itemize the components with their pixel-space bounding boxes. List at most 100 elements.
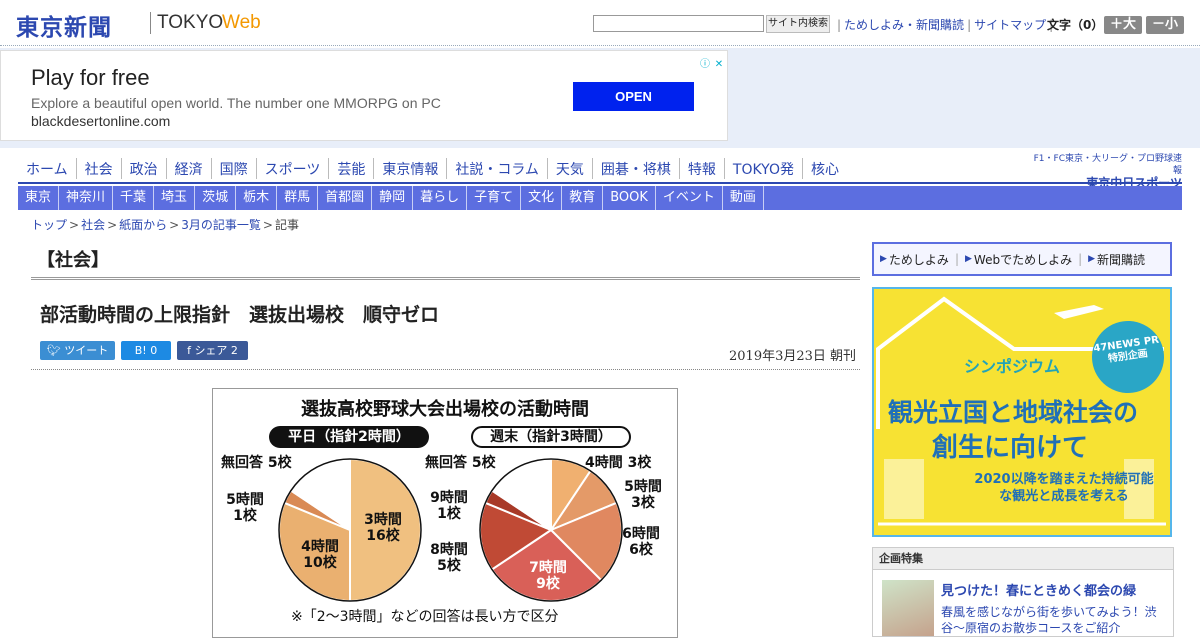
nav-item-politics[interactable]: 政治	[122, 158, 167, 179]
region-item-parenting[interactable]: 子育て	[467, 186, 522, 210]
special-feature-title[interactable]: 見つけた！春にときめく都会の緑	[941, 580, 1136, 599]
region-item-shutoken[interactable]: 首都圏	[318, 186, 373, 210]
region-item-culture[interactable]: 文化	[521, 186, 563, 210]
slice-label: 8時間	[430, 542, 468, 558]
slice-count: 5校	[471, 455, 496, 471]
advertisement[interactable]: Play for free Explore a beautiful open w…	[0, 50, 728, 141]
tweet-label: ツイート	[64, 344, 109, 357]
breadcrumb: トップ > 社会 > 紙面から >3月の記事一覧 > 記事	[31, 216, 299, 233]
separator: |	[967, 18, 972, 32]
nav-item-international[interactable]: 国際	[212, 158, 257, 179]
font-larger-button[interactable]: ＋大	[1104, 16, 1142, 34]
region-nav: 東京 神奈川 千葉 埼玉 茨城 栃木 群馬 首都圏 静岡 暮らし 子育て 文化 …	[18, 186, 1182, 210]
region-item-ibaraki[interactable]: 茨城	[195, 186, 237, 210]
nav-item-economy[interactable]: 経済	[167, 158, 212, 179]
logo-tokyo-text[interactable]: TOKYO	[157, 12, 223, 34]
chart-note: ※「2～3時間」などの回答は長い方で区分	[291, 609, 559, 625]
slice-label: 無回答	[425, 455, 467, 471]
region-item-tokyo[interactable]: 東京	[18, 186, 60, 210]
tab-web-trial[interactable]: Webでためしよみ	[974, 251, 1072, 268]
weekday-label-5h: 5時間 1校	[221, 492, 269, 524]
region-item-living[interactable]: 暮らし	[413, 186, 468, 210]
special-feature-box: 企画特集 見つけた！春にときめく都会の緑 春風を感じながら街を歩いてみよう！渋谷…	[872, 547, 1174, 637]
breadcrumb-separator: >	[169, 218, 180, 232]
logo-web-text[interactable]: Web	[222, 12, 261, 34]
weekend-label-8h: 8時間 5校	[423, 542, 475, 574]
facebook-share-button[interactable]: f シェア 2	[177, 341, 248, 360]
region-item-shizuoka[interactable]: 静岡	[372, 186, 414, 210]
region-item-saitama[interactable]: 埼玉	[154, 186, 196, 210]
region-item-tochigi[interactable]: 栃木	[236, 186, 278, 210]
breadcrumb-print[interactable]: 紙面から	[119, 218, 167, 232]
slice-label: 4時間	[301, 539, 339, 555]
slice-count: 6校	[629, 542, 653, 558]
font-smaller-button[interactable]: －小	[1146, 16, 1184, 34]
special-feature-thumbnail[interactable]	[882, 580, 934, 636]
slice-label: 3時間	[364, 512, 402, 528]
weekend-label-4h: 4時間 3校	[585, 455, 651, 471]
breadcrumb-top[interactable]: トップ	[31, 218, 67, 232]
chunichi-sports-link[interactable]: F1・FC東京・大リーグ・プロ野球速報 東京中日スポーツ	[1027, 153, 1182, 189]
triangle-right-icon: ▶	[1088, 254, 1096, 264]
weekend-label-9h: 9時間 1校	[423, 490, 475, 522]
breadcrumb-separator: >	[262, 218, 273, 232]
tab-trial-read[interactable]: ためしよみ	[889, 251, 949, 268]
region-item-event[interactable]: イベント	[656, 186, 723, 210]
region-item-education[interactable]: 教育	[562, 186, 604, 210]
tweet-button[interactable]: 🐦︎ ツイート	[40, 341, 115, 360]
slice-label: 5時間	[226, 492, 264, 508]
slice-count: 1校	[233, 508, 257, 524]
region-item-gunma[interactable]: 群馬	[277, 186, 319, 210]
banner-headline-2: 創生に向けて	[932, 433, 1089, 463]
slice-count: 3校	[627, 455, 652, 471]
hatena-bookmark-button[interactable]: B! 0	[121, 341, 171, 360]
breadcrumb-society[interactable]: 社会	[81, 218, 105, 232]
nav-item-sports[interactable]: スポーツ	[257, 158, 330, 179]
weekend-label-5h: 5時間 3校	[618, 479, 668, 511]
site-logo[interactable]: 東京新聞	[16, 8, 112, 42]
breadcrumb-month-list[interactable]: 3月の記事一覧	[181, 218, 261, 232]
logo-divider	[150, 12, 151, 34]
breadcrumb-separator: >	[69, 218, 80, 232]
ad-title[interactable]: Play for free	[31, 65, 150, 91]
region-item-book[interactable]: BOOK	[603, 186, 656, 210]
trial-subscribe-link[interactable]: ためしよみ・新聞購読	[844, 18, 964, 32]
ad-controls: ⓘ ✕	[698, 52, 728, 70]
nav-item-entertainment[interactable]: 芸能	[329, 158, 375, 179]
nav-item-weather[interactable]: 天気	[548, 158, 593, 179]
slice-label: 4時間	[585, 455, 623, 471]
site-search-input[interactable]	[593, 15, 764, 32]
nav-item-editorial[interactable]: 社説・コラム	[447, 158, 548, 179]
banner-description: 2020以降を踏まえた持続可能な観光と成長を考える	[974, 472, 1154, 504]
region-item-chiba[interactable]: 千葉	[113, 186, 155, 210]
slice-label: 6時間	[622, 526, 660, 542]
separator: |	[837, 18, 842, 32]
breadcrumb-current: 記事	[274, 218, 299, 232]
tab-subscribe[interactable]: 新聞購読	[1097, 251, 1145, 268]
ad-url[interactable]: blackdesertonline.com	[31, 113, 170, 129]
symposium-banner[interactable]: 47NEWS PR 特別企画 シンポジウム 観光立国と地域社会の 創生に向けて …	[872, 287, 1172, 537]
special-feature-description[interactable]: 春風を感じながら街を歩いてみよう！渋谷～原宿のお散歩コースをご紹介	[941, 604, 1166, 636]
subscription-tabs: ▶ ためしよみ | ▶ Webでためしよみ | ▶ 新聞購読	[872, 242, 1172, 276]
article-date: 2019年3月23日 朝刊	[729, 349, 857, 364]
sitemap-link[interactable]: サイトマップ	[974, 18, 1046, 32]
nav-item-kakushin[interactable]: 核心	[803, 158, 847, 179]
region-item-video[interactable]: 動画	[723, 186, 764, 210]
weekday-label-4h: 4時間 10校	[295, 539, 345, 571]
nav-item-home[interactable]: ホーム	[18, 158, 77, 179]
nav-item-go-shogi[interactable]: 囲碁・将棋	[593, 158, 680, 179]
main-nav: ホーム 社会 政治 経済 国際 スポーツ 芸能 東京情報 社説・コラム 天気 囲…	[18, 158, 1182, 184]
region-item-kanagawa[interactable]: 神奈川	[59, 186, 114, 210]
ad-open-button[interactable]: OPEN	[573, 82, 694, 111]
banner-headline-1: 観光立国と地域社会の	[888, 398, 1139, 427]
nav-item-tokyo-hatsu[interactable]: TOKYO発	[725, 158, 803, 179]
ad-description[interactable]: Explore a beautiful open world. The numb…	[31, 95, 441, 111]
site-search-button[interactable]: サイト内検索	[766, 15, 830, 33]
ad-info-icon[interactable]: ⓘ	[698, 58, 712, 72]
weekday-label-noanswer: 無回答 5校	[221, 455, 292, 471]
nav-item-society[interactable]: 社会	[77, 158, 122, 179]
ad-close-icon[interactable]: ✕	[712, 58, 726, 72]
section-heading: 【社会】	[31, 242, 860, 280]
nav-item-tokuho[interactable]: 特報	[680, 158, 725, 179]
nav-item-tokyo-info[interactable]: 東京情報	[374, 158, 448, 179]
